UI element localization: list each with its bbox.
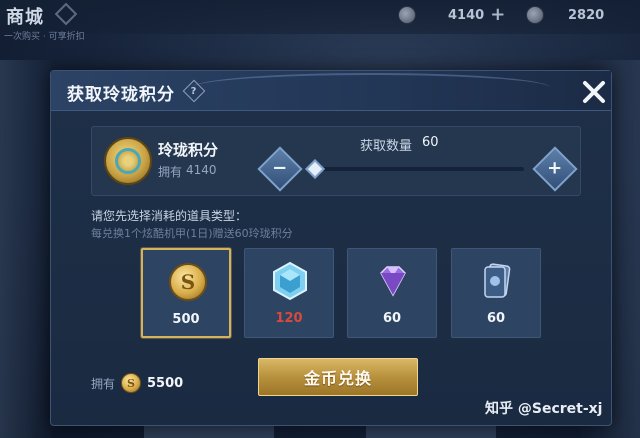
item-count: 60 [382,311,402,326]
help-icon-glyph: ? [191,85,197,97]
quantity-value: 60 [422,135,439,150]
item-count: 500 [172,312,200,327]
quantity-label: 获取数量 60 [360,135,439,154]
choose-item-type-text: 请您先选择消耗的道具类型： [91,209,248,223]
close-icon [583,81,605,103]
points-name: 玲珑积分 [158,141,219,159]
store-diamond-icon [54,2,78,26]
minus-icon: − [272,158,288,179]
quantity-slider-thumb[interactable] [305,159,325,179]
purple-diamond-icon [373,261,413,301]
item-count: 60 [486,311,506,326]
item-type-list: S 500 120 60 60 [141,248,541,338]
dialog-title: 获取玲珑积分 [67,85,175,105]
gem-coin-icon [526,6,544,24]
item-card-ice-crystal[interactable]: 120 [244,248,334,338]
points-panel: 玲珑积分 拥有 4140 获取数量 60 − + [91,126,581,196]
store-title: 商城 [6,7,44,28]
exchange-note: 每兑换1个炫酷机甲(1日)赠送60玲珑积分 [91,227,293,240]
diamond-coin-icon [398,6,416,24]
skin-card-icon [477,261,517,301]
dialog-header: 获取玲珑积分 ? [51,71,611,111]
item-card-skin-card[interactable]: 60 [451,248,541,338]
quantity-slider-track[interactable] [314,167,524,171]
plus-icon: + [547,158,563,179]
watermark: 知乎 @Secret-xj [485,401,603,417]
points-owned: 拥有 4140 [158,163,217,180]
header-swirl-decoration [191,73,551,103]
background-bottom-button [366,424,496,438]
quantity-increase-button[interactable]: + [532,146,578,192]
quantity-decrease-button[interactable]: − [257,146,303,192]
store-top-bar: 商城 一次购买 · 可享折扣 4140 + 2820 [0,0,640,42]
item-card-purple-diamond[interactable]: 60 [347,248,437,338]
gold-coin-icon: S [121,373,142,393]
linglong-points-icon [104,137,152,185]
close-button[interactable] [579,77,609,107]
points-owned-value: 4140 [186,163,217,177]
resource-diamond: 4140 + [398,6,505,24]
add-diamond-button[interactable]: + [490,6,505,24]
quantity-label-text: 获取数量 [360,139,413,154]
gold-exchange-button[interactable]: 金币兑换 [258,358,418,396]
background-bottom-button [144,424,274,438]
owned-gold-label: 拥有 [91,376,116,391]
get-points-dialog: 获取玲珑积分 ? 玲珑积分 拥有 4140 获取数量 60 − + 请您先选择消… [50,70,612,426]
background-left-panel [0,60,52,438]
gold-coin-icon: S [168,262,208,302]
resource-gem-value: 2820 [568,7,605,23]
resource-diamond-value: 4140 [448,7,485,23]
owned-gold: 拥有 S 5500 [91,373,183,393]
store-subtitle: 一次购买 · 可享折扣 [4,32,85,42]
item-count: 120 [275,311,303,326]
item-card-gold-coin[interactable]: S 500 [141,248,231,338]
points-owned-label: 拥有 [158,165,183,179]
owned-gold-value: 5500 [147,375,184,391]
ice-crystal-icon [270,261,310,301]
resource-gem: 2820 [526,6,604,24]
